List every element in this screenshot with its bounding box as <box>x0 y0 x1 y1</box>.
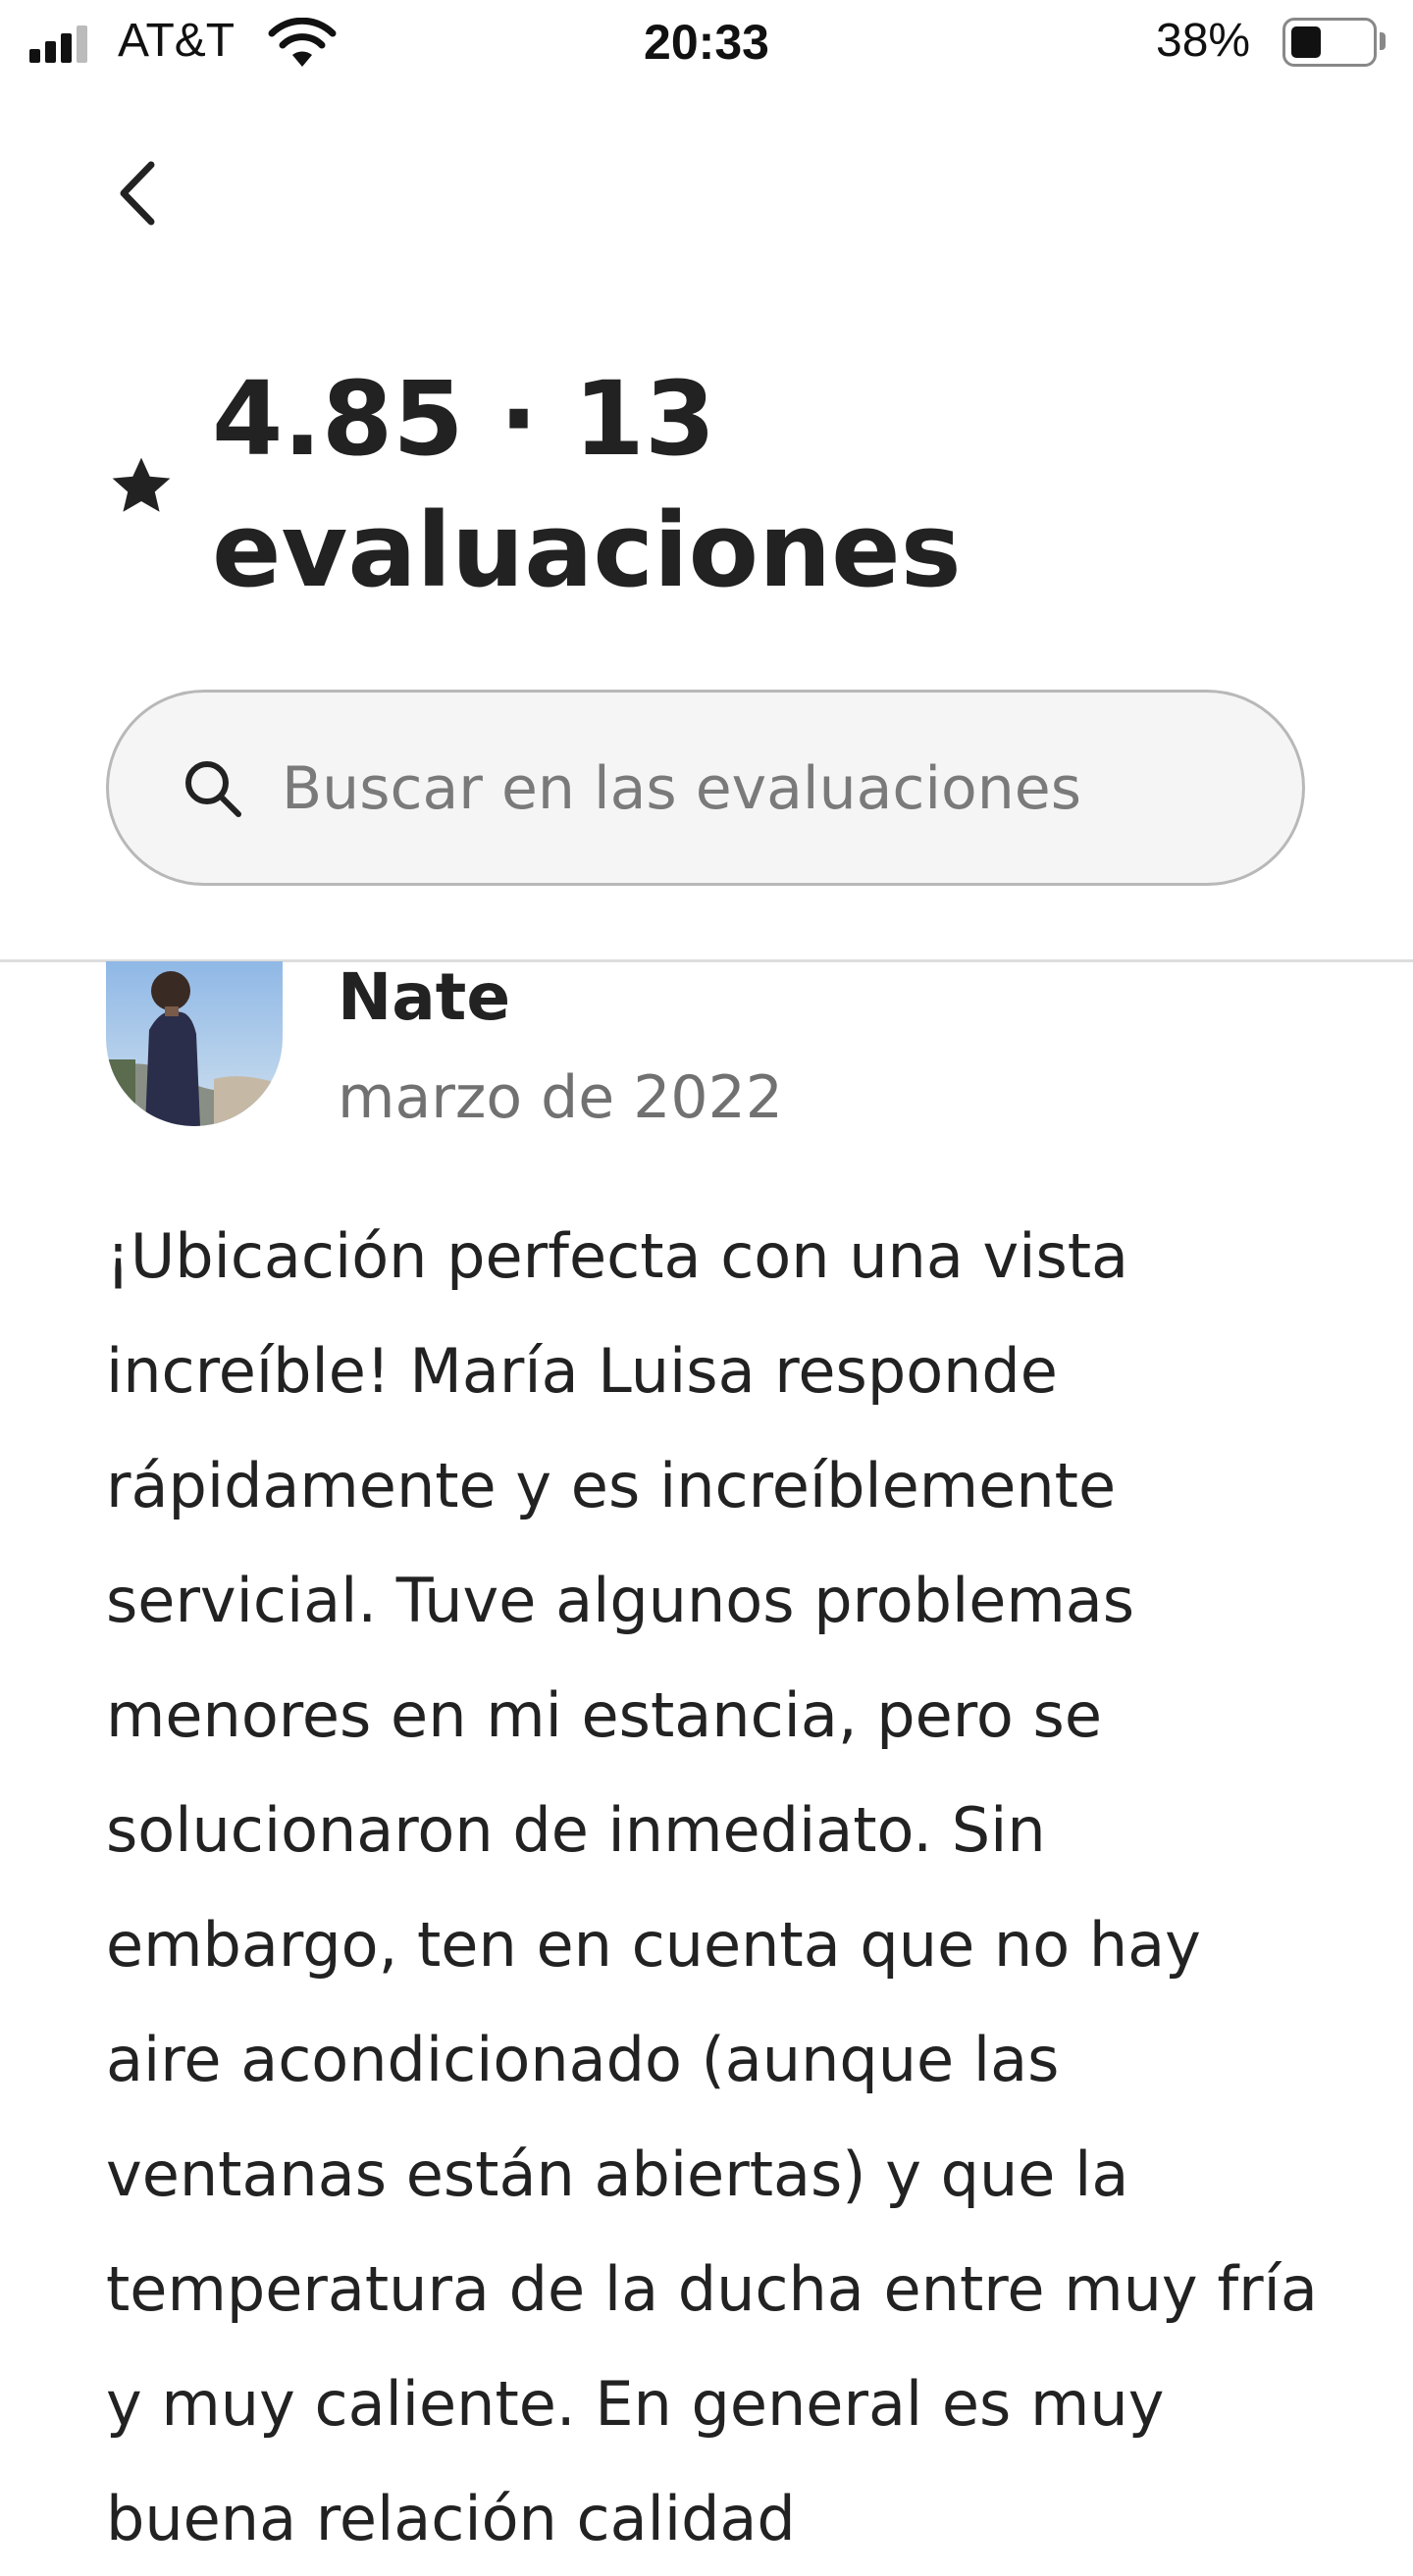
carrier-label: AT&T <box>118 15 236 67</box>
wifi-icon <box>268 18 337 67</box>
status-bar: AT&T 20:33 38% <box>0 0 1413 90</box>
battery-percent: 38% <box>1156 15 1251 67</box>
star-icon <box>112 457 171 512</box>
search-box[interactable] <box>106 690 1305 886</box>
review-date: marzo de 2022 <box>338 1063 783 1132</box>
rating-title: 4.85 · 13 evaluaciones <box>212 359 962 610</box>
reviewer-name: Nate <box>338 959 511 1035</box>
avatar-photo <box>106 961 283 1126</box>
search-icon <box>185 761 241 817</box>
avatar[interactable] <box>106 961 283 1126</box>
chevron-left-icon <box>120 161 155 226</box>
clock: 20:33 <box>644 15 769 70</box>
cellular-signal-icon <box>29 24 100 63</box>
review-text: ¡Ubicación perfecta con una vista increí… <box>106 1220 1318 2554</box>
battery-icon <box>1282 18 1377 67</box>
battery-tip <box>1380 32 1386 50</box>
back-button[interactable] <box>98 149 177 237</box>
search-input[interactable] <box>282 732 1243 846</box>
